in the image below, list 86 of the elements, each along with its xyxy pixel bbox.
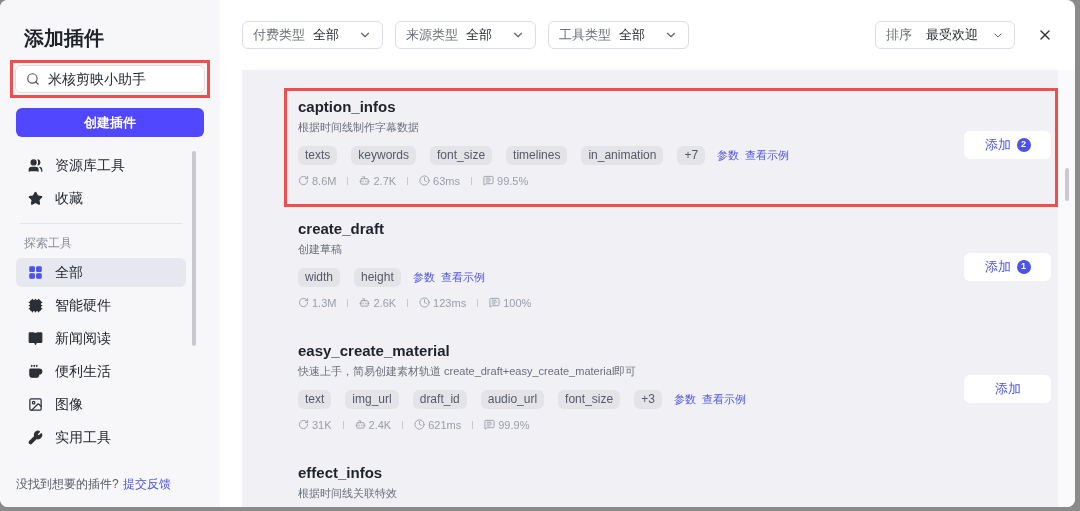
filter-dropdown[interactable]: 来源类型 全部 [395,21,536,49]
dialog-title: 添加插件 [23,26,105,50]
scrollbar[interactable] [192,151,196,346]
stat-value: 621ms [428,417,462,433]
plugin-description: 根据时间线关联特效 [298,486,398,501]
stat-value: 31K [312,417,332,433]
sidebar-item[interactable]: 便利生活 [16,357,186,386]
param-tag: font_size [558,389,621,409]
param-tag: height [354,267,401,287]
stat-value: 100% [503,295,532,311]
stat-value: 99.9% [498,417,530,433]
search-icon [26,72,40,86]
plugin-name[interactable]: easy_create_material [298,341,964,361]
sidebar-item[interactable]: 图像 [16,390,186,419]
cup-icon [28,364,43,379]
cycle-icon [298,419,309,431]
stat-value: 63ms [433,173,460,189]
message-icon [483,175,494,187]
param-tag: img_url [345,389,399,409]
param-tag: texts [298,145,338,165]
sidebar-item[interactable]: 收藏 [16,184,186,213]
stat-value: 8.6M [312,173,337,189]
stat-value: 1.3M [312,295,337,311]
add-button[interactable]: 添加 2 [964,131,1051,159]
cycle-icon [298,175,309,187]
sort-dropdown[interactable]: 排序 最受欢迎 [875,21,1015,49]
stat-value: 99.5% [497,173,529,189]
add-button[interactable]: 添加 1 [964,253,1051,281]
count-badge: 1 [1016,260,1031,274]
plugin-name[interactable]: caption_infos [298,97,964,117]
clock-icon [414,419,426,431]
filter-dropdown[interactable]: 工具类型 全部 [548,21,689,49]
sidebar-item[interactable]: 资源库工具 [16,151,186,180]
param-tag: audio_url [480,389,545,409]
plugin-link[interactable]: 参数 [412,268,435,286]
param-tag: in_animation [581,145,664,165]
plugin-link[interactable]: 查看示例 [701,390,746,408]
scrollbar[interactable] [1064,168,1069,201]
plugin-link[interactable]: 参数 [717,146,740,164]
book-icon [28,331,43,346]
param-tag: draft_id [412,389,467,409]
create-plugin-button[interactable]: 创建插件 [16,108,204,137]
param-tag: +3 [634,389,662,409]
message-icon [489,297,501,309]
clock-icon [419,297,431,309]
sidebar-item[interactable]: 实用工具 [16,423,186,452]
count-badge: 2 [1016,138,1031,152]
bot-icon [359,175,371,187]
wrench-icon [28,430,43,445]
bot-icon [359,297,371,309]
stat-value: 2.4K [368,417,392,433]
star-icon [28,191,43,206]
sidebar-item[interactable]: 新闻阅读 [16,324,186,353]
image-icon [28,397,43,412]
search-field[interactable]: 米核剪映小助手 [15,65,205,93]
plugin-name[interactable]: effect_infos [298,463,1051,483]
plugin-link[interactable]: 查看示例 [745,146,790,164]
add-button[interactable]: 添加 [964,375,1051,403]
users-icon [28,158,43,173]
message-icon [484,419,496,431]
param-tag: font_size [430,145,493,165]
feedback-link[interactable]: 提交反馈 [122,475,171,493]
stat-value: 2.7K [373,173,397,189]
filter-dropdown[interactable]: 付费类型 全部 [242,21,383,49]
plugin-link[interactable]: 查看示例 [440,268,485,286]
stat-value: 123ms [433,295,467,311]
param-tag: keywords [351,145,417,165]
sidebar-item[interactable]: 智能硬件 [16,291,186,320]
grid-icon [28,265,43,280]
footer-text: 没找到想要的插件? [16,476,119,493]
section-label: 探索工具 [23,235,73,252]
plugin-name[interactable]: create_draft [298,219,964,239]
param-tag: timelines [506,145,568,165]
clock-icon [419,175,431,187]
bot-icon [354,419,366,431]
plugin-link[interactable]: 参数 [673,390,696,408]
stat-value: 2.6K [373,295,397,311]
cycle-icon [298,297,309,309]
plugin-description: 创建草稿 [298,242,343,257]
sidebar-item[interactable]: 全部 [16,258,186,287]
param-tag: +7 [677,145,706,165]
plugin-description: 根据时间线制作字幕数据 [298,120,420,135]
param-tag: width [298,267,340,287]
chip-icon [28,298,43,313]
plugin-description: 快速上手，简易创建素材轨道 create_draft+easy_create_material即可 [298,364,638,379]
param-tag: text [298,389,332,409]
